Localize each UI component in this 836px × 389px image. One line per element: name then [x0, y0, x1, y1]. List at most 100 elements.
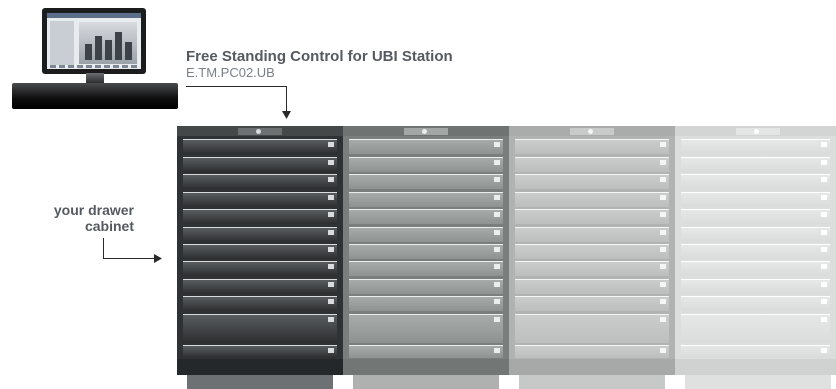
- drawer-label-tag: [821, 317, 827, 322]
- drawer: [515, 261, 669, 276]
- drawer-label-tag: [328, 160, 334, 165]
- drawer-label-tag: [660, 195, 666, 200]
- drawer-label-tag: [494, 195, 500, 200]
- drawer-label-tag: [660, 247, 666, 252]
- cabinet-plinth: [509, 359, 675, 375]
- drawer: [183, 296, 337, 311]
- drawer-label-tag: [660, 282, 666, 287]
- drawer-label-tag: [328, 195, 334, 200]
- cabinet-foot: [353, 375, 499, 389]
- drawer-label-tag: [328, 142, 334, 147]
- drawer: [681, 244, 830, 259]
- cabinet-plinth: [177, 359, 343, 375]
- drawer-cabinet-2: [343, 126, 509, 375]
- drawer: [349, 314, 503, 343]
- drawer: [681, 192, 830, 207]
- drawer: [515, 314, 669, 343]
- drawer-label-tag: [494, 299, 500, 304]
- drawer: [183, 157, 337, 172]
- drawer-label-tag: [660, 317, 666, 322]
- drawer: [183, 261, 337, 276]
- drawer-label-tag: [494, 160, 500, 165]
- drawer: [349, 157, 503, 172]
- drawer-label-tag: [494, 317, 500, 322]
- drawer: [515, 279, 669, 294]
- drawer-label-tag: [494, 212, 500, 217]
- drawer-label-tag: [328, 264, 334, 269]
- cabinet-lock-icon: [570, 128, 614, 135]
- drawer: [681, 209, 830, 224]
- drawer-label-tag: [660, 230, 666, 235]
- drawer-cabinet-1: [177, 126, 343, 375]
- drawer: [183, 279, 337, 294]
- cabinet-foot: [685, 375, 831, 389]
- drawer-label-tag: [328, 348, 334, 353]
- drawer: [515, 345, 669, 358]
- cabinet-plinth: [343, 359, 509, 375]
- drawer-label-tag: [494, 282, 500, 287]
- drawer: [515, 227, 669, 242]
- drawer-label-tag: [328, 282, 334, 287]
- drawer-label-tag: [328, 247, 334, 252]
- drawer: [681, 227, 830, 242]
- drawer-cabinet-label: your drawer cabinet: [53, 202, 134, 234]
- drawer: [183, 345, 337, 358]
- drawer: [681, 279, 830, 294]
- drawer: [681, 345, 830, 358]
- product-code: E.TM.PC02.UB: [186, 65, 275, 80]
- cabinet-lock-icon: [404, 128, 448, 135]
- drawer: [183, 139, 337, 154]
- cabinet-top: [509, 126, 675, 136]
- drawer: [515, 244, 669, 259]
- drawer-label-tag: [821, 247, 827, 252]
- drawer: [515, 209, 669, 224]
- drawer: [183, 244, 337, 259]
- drawer: [183, 192, 337, 207]
- drawer: [349, 279, 503, 294]
- drawer: [681, 157, 830, 172]
- drawer-label-tag: [821, 177, 827, 182]
- cabinet-lock-icon: [736, 128, 780, 135]
- monitor-screen: [47, 13, 141, 69]
- drawer-label-tag: [660, 142, 666, 147]
- cabinet-top: [343, 126, 509, 136]
- drawer-label-tag: [660, 299, 666, 304]
- drawer: [681, 314, 830, 343]
- drawer-label-tag: [821, 264, 827, 269]
- drawer-label-tag: [328, 177, 334, 182]
- drawer: [515, 157, 669, 172]
- drawer: [681, 261, 830, 276]
- drawer: [349, 345, 503, 358]
- control-unit-base: [12, 83, 178, 109]
- drawer: [183, 174, 337, 189]
- drawer: [681, 139, 830, 154]
- drawer: [515, 139, 669, 154]
- drawer: [681, 296, 830, 311]
- drawer-label-tag: [821, 212, 827, 217]
- drawer-label-tag: [821, 282, 827, 287]
- drawer: [515, 296, 669, 311]
- drawer-label-tag: [328, 230, 334, 235]
- drawer-label-tag: [494, 177, 500, 182]
- drawer-label-tag: [328, 212, 334, 217]
- drawer-label-tag: [821, 160, 827, 165]
- drawer-label-tag: [328, 317, 334, 322]
- drawer-label-tag: [660, 160, 666, 165]
- drawer-label-tag: [821, 142, 827, 147]
- cabinet-top: [675, 126, 836, 136]
- drawer-cabinet-3: [509, 126, 675, 375]
- drawer: [183, 314, 337, 343]
- cabinet-foot: [519, 375, 665, 389]
- drawer-label-tag: [821, 230, 827, 235]
- drawer-label-tag: [660, 348, 666, 353]
- drawer-cabinet-4: [675, 126, 836, 375]
- monitor: [42, 8, 146, 74]
- drawer-label-tag: [821, 299, 827, 304]
- drawer-label-tag: [494, 142, 500, 147]
- cabinet-plinth: [675, 359, 836, 375]
- drawer: [183, 209, 337, 224]
- drawer-label-tag: [494, 230, 500, 235]
- drawer: [349, 227, 503, 242]
- drawer: [515, 174, 669, 189]
- drawer-label-tag: [328, 299, 334, 304]
